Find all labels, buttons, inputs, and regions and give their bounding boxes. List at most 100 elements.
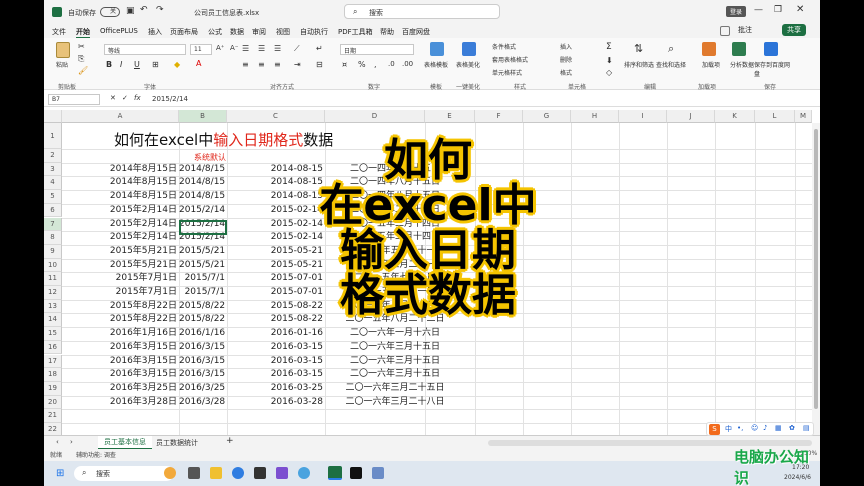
insert-cells-button[interactable]: 插入	[560, 42, 572, 51]
column-header[interactable]: B	[179, 110, 227, 123]
table-cell[interactable]: 2014/8/15	[179, 176, 225, 190]
row-header[interactable]: 21	[44, 409, 62, 423]
table-cell[interactable]: 2016年1月16日	[62, 327, 177, 341]
row-header[interactable]: 13	[44, 299, 62, 314]
border-icon[interactable]: ⊞	[152, 60, 159, 69]
browser-icon[interactable]	[232, 467, 244, 479]
cell-style-button[interactable]: 单元格样式	[492, 68, 522, 77]
column-header[interactable]: I	[619, 110, 667, 123]
table-cell[interactable]: 2016-03-28	[227, 396, 323, 410]
maximize-icon[interactable]: ❐	[774, 5, 782, 15]
table-cell[interactable]: 2015年7月1日	[62, 272, 177, 286]
app-icon[interactable]	[298, 467, 310, 479]
table-cell[interactable]: 2015年8月22日	[62, 300, 177, 314]
column-header[interactable]: D	[325, 110, 425, 123]
column-header[interactable]: L	[755, 110, 795, 123]
table-cell[interactable]: 2015-07-01	[227, 286, 323, 300]
select-all-corner[interactable]	[44, 110, 62, 123]
table-cell[interactable]: 2015/5/21	[179, 259, 225, 273]
table-template-icon[interactable]	[430, 42, 444, 56]
fx-button[interactable]: fx	[134, 94, 141, 102]
table-cell[interactable]: 2015-05-21	[227, 245, 323, 259]
ime-toolbar[interactable]: S 中 •, ☺ ♪ ▦ ✿ ▤	[706, 422, 814, 436]
ime-emoji-icon[interactable]: ☺	[751, 424, 758, 432]
tab-view[interactable]: 视图	[276, 27, 290, 37]
number-format-select[interactable]: 日期	[340, 44, 414, 55]
row-header[interactable]: 14	[44, 313, 62, 328]
table-cell[interactable]: 2015/7/1	[179, 286, 225, 300]
underline-button[interactable]: U	[134, 60, 140, 69]
copy-icon[interactable]: ⎘	[78, 54, 84, 64]
column-header[interactable]: A	[62, 110, 179, 123]
cancel-icon[interactable]: ✕	[110, 94, 116, 102]
column-header[interactable]: K	[715, 110, 755, 123]
row-header[interactable]: 2	[44, 149, 62, 163]
taskbar-search[interactable]: ⌕ 搜索	[74, 466, 174, 481]
undo-icon[interactable]: ↶	[140, 5, 148, 15]
analyze-data-icon[interactable]	[732, 42, 746, 56]
row-header[interactable]: 19	[44, 381, 62, 396]
merge-icon[interactable]: ⊟	[316, 60, 323, 69]
table-cell[interactable]: 2015年5月21日	[62, 245, 177, 259]
find-select-button[interactable]: 查找和选择	[656, 60, 686, 69]
sort-filter-icon[interactable]: ⇅	[634, 42, 643, 55]
format-cells-button[interactable]: 格式	[560, 68, 572, 77]
column-header[interactable]: H	[571, 110, 619, 123]
align-bottom-icon[interactable]: ☰	[274, 44, 281, 53]
table-cell[interactable]: 2016年3月25日	[62, 382, 177, 396]
app-icon[interactable]	[276, 467, 288, 479]
minimize-icon[interactable]: —	[754, 5, 763, 15]
table-cell[interactable]: 2015-08-22	[227, 300, 323, 314]
row-header[interactable]: 3	[44, 162, 62, 177]
table-cell[interactable]: 2015-05-21	[227, 259, 323, 273]
paste-icon[interactable]	[56, 42, 70, 58]
sheet-tab-active[interactable]: 员工基本信息	[98, 436, 152, 450]
table-cell[interactable]: 2016-03-15	[227, 368, 323, 382]
table-cell[interactable]: 2015-02-14	[227, 204, 323, 218]
formula-value[interactable]: 2015/2/14	[152, 95, 188, 103]
table-cell[interactable]: 二〇一六年三月二十八日	[325, 396, 465, 410]
cell-b2-label[interactable]: 系统默认	[194, 152, 226, 163]
row-header[interactable]: 12	[44, 286, 62, 300]
app-icon[interactable]	[350, 467, 362, 479]
row-header[interactable]: 1	[44, 123, 62, 149]
ime-keyboard-icon[interactable]: ▦	[775, 424, 782, 432]
file-explorer-icon[interactable]	[210, 467, 222, 479]
table-cell[interactable]: 2015/8/22	[179, 300, 225, 314]
baidu-save-icon[interactable]	[764, 42, 778, 56]
ime-punct-icon[interactable]: •,	[737, 424, 743, 432]
table-cell[interactable]: 2015年2月14日	[62, 204, 177, 218]
table-cell[interactable]: 2016年3月15日	[62, 341, 177, 355]
close-icon[interactable]: ✕	[796, 4, 804, 15]
table-cell[interactable]: 2014/8/15	[179, 190, 225, 204]
vertical-scrollbar[interactable]	[812, 123, 820, 435]
table-cell[interactable]: 2016年3月28日	[62, 396, 177, 410]
row-header[interactable]: 11	[44, 272, 62, 286]
italic-button[interactable]: I	[120, 60, 122, 69]
increase-font-icon[interactable]: A⁺	[216, 44, 224, 52]
ime-menu-icon[interactable]: ▤	[803, 424, 810, 432]
comments-icon[interactable]	[720, 26, 730, 36]
table-cell[interactable]: 2016/3/25	[179, 382, 225, 396]
column-header[interactable]: J	[667, 110, 715, 123]
format-painter-icon[interactable]: 🖌	[78, 66, 88, 75]
fill-color-icon[interactable]: ◆	[174, 60, 180, 69]
excel-taskbar-icon[interactable]	[328, 466, 342, 480]
table-cell[interactable]: 2016-03-15	[227, 355, 323, 369]
conditional-format-button[interactable]: 条件格式	[492, 42, 516, 51]
increase-decimal-icon[interactable]: .0	[388, 60, 395, 68]
table-cell[interactable]: 二〇一六年三月十五日	[325, 341, 465, 355]
table-cell[interactable]: 2015/5/21	[179, 245, 225, 259]
cut-icon[interactable]: ✂	[78, 42, 85, 51]
delete-cells-button[interactable]: 删除	[560, 55, 572, 64]
analyze-data-button[interactable]: 分析数据	[730, 60, 754, 69]
table-cell[interactable]: 2014/8/15	[179, 163, 225, 177]
table-cell[interactable]: 2014-08-15	[227, 176, 323, 190]
table-beautify-button[interactable]: 表格美化	[456, 60, 480, 69]
table-cell[interactable]: 2016/3/28	[179, 396, 225, 410]
table-cell[interactable]: 2016/1/16	[179, 327, 225, 341]
comments-button[interactable]: 批注	[738, 25, 752, 35]
align-left-icon[interactable]: ≡	[242, 60, 249, 69]
row-header[interactable]: 7	[44, 217, 62, 232]
search-box[interactable]: ⌕ 搜索	[344, 4, 500, 19]
